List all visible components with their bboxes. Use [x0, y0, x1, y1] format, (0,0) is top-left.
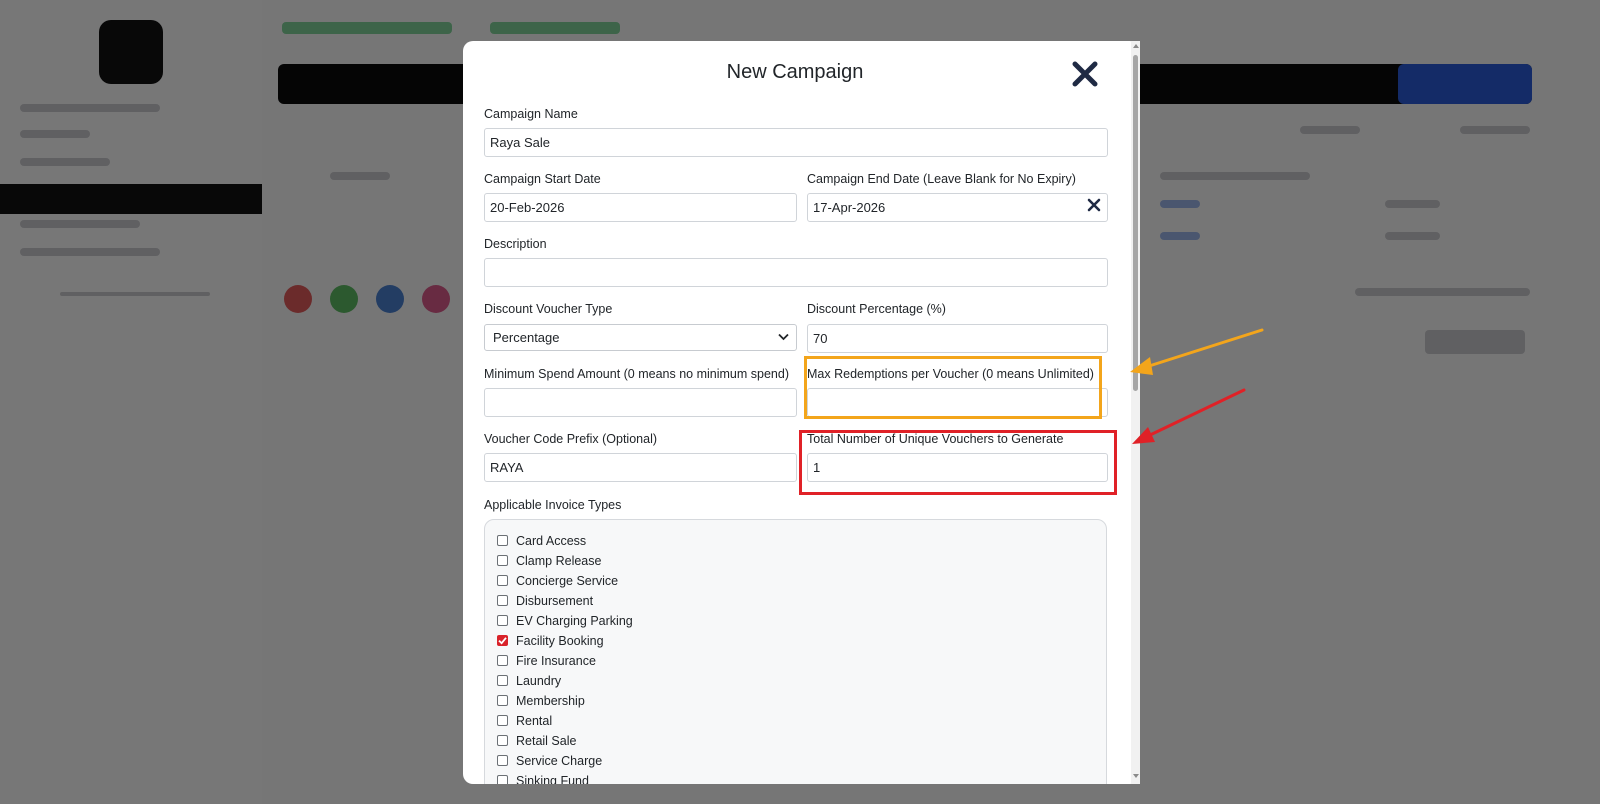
end-date-input[interactable] — [807, 193, 1108, 222]
annotation-arrows — [1130, 328, 1264, 444]
campaign-name-label: Campaign Name — [484, 107, 578, 121]
checkbox[interactable] — [497, 715, 508, 726]
min-spend-label: Minimum Spend Amount (0 means no minimum… — [484, 367, 789, 381]
checkbox[interactable] — [497, 575, 508, 586]
voucher-type-label: Discount Voucher Type — [484, 302, 613, 316]
min-spend-input[interactable] — [484, 388, 797, 417]
invoice-type-label: EV Charging Parking — [516, 614, 633, 628]
invoice-types-list: Card Access Clamp Release Concierge Serv… — [484, 519, 1107, 784]
campaign-name-input[interactable] — [484, 128, 1108, 157]
scroll-up-arrow-icon[interactable] — [1133, 44, 1139, 48]
code-prefix-input[interactable] — [484, 453, 797, 482]
end-date-label: Campaign End Date (Leave Blank for No Ex… — [807, 172, 1076, 186]
invoice-type-label: Rental — [516, 714, 553, 728]
invoice-type-label: Disbursement — [516, 594, 594, 608]
description-input[interactable] — [484, 258, 1108, 287]
checkbox[interactable] — [497, 755, 508, 766]
checkbox[interactable] — [497, 675, 508, 686]
invoice-type-label: Concierge Service — [516, 574, 619, 588]
invoice-type-label: Facility Booking — [516, 634, 604, 648]
checkbox[interactable] — [497, 735, 508, 746]
modal-title: New Campaign — [726, 61, 864, 83]
checkbox[interactable] — [497, 655, 508, 666]
invoice-type-label: Clamp Release — [516, 554, 602, 568]
invoice-type-label: Retail Sale — [516, 734, 577, 748]
checkbox[interactable] — [497, 535, 508, 546]
highlight-max-redemptions — [804, 356, 1102, 419]
invoice-type-label: Laundry — [516, 674, 562, 688]
description-label: Description — [484, 237, 547, 251]
clear-end-date-icon[interactable] — [1087, 198, 1101, 212]
red-arrow-icon — [1132, 388, 1246, 444]
invoice-type-label: Membership — [516, 694, 585, 708]
invoice-types-label: Applicable Invoice Types — [484, 498, 622, 512]
chevron-down-icon — [778, 333, 789, 341]
discount-percentage-label: Discount Percentage (%) — [807, 302, 946, 316]
invoice-type-label: Sinking Fund — [516, 774, 589, 784]
start-date-label: Campaign Start Date — [484, 172, 601, 186]
start-date-input[interactable] — [484, 193, 797, 222]
code-prefix-label: Voucher Code Prefix (Optional) — [484, 432, 658, 446]
checkbox[interactable] — [497, 615, 508, 626]
discount-percentage-input[interactable] — [807, 324, 1108, 353]
scroll-down-arrow-icon[interactable] — [1133, 774, 1139, 778]
checkbox[interactable] — [497, 595, 508, 606]
checkbox[interactable] — [497, 695, 508, 706]
invoice-type-label: Card Access — [516, 534, 587, 548]
invoice-type-label: Service Charge — [516, 754, 603, 768]
checkbox[interactable] — [497, 775, 508, 784]
orange-arrow-icon — [1130, 328, 1264, 375]
invoice-type-label: Fire Insurance — [516, 654, 596, 668]
checkbox[interactable] — [497, 555, 508, 566]
voucher-type-selected: Percentage — [493, 330, 560, 345]
highlight-total-vouchers — [799, 430, 1117, 495]
voucher-type-select[interactable]: Percentage — [484, 324, 797, 351]
checkbox-checked[interactable] — [497, 635, 508, 646]
close-icon[interactable] — [1071, 60, 1099, 88]
